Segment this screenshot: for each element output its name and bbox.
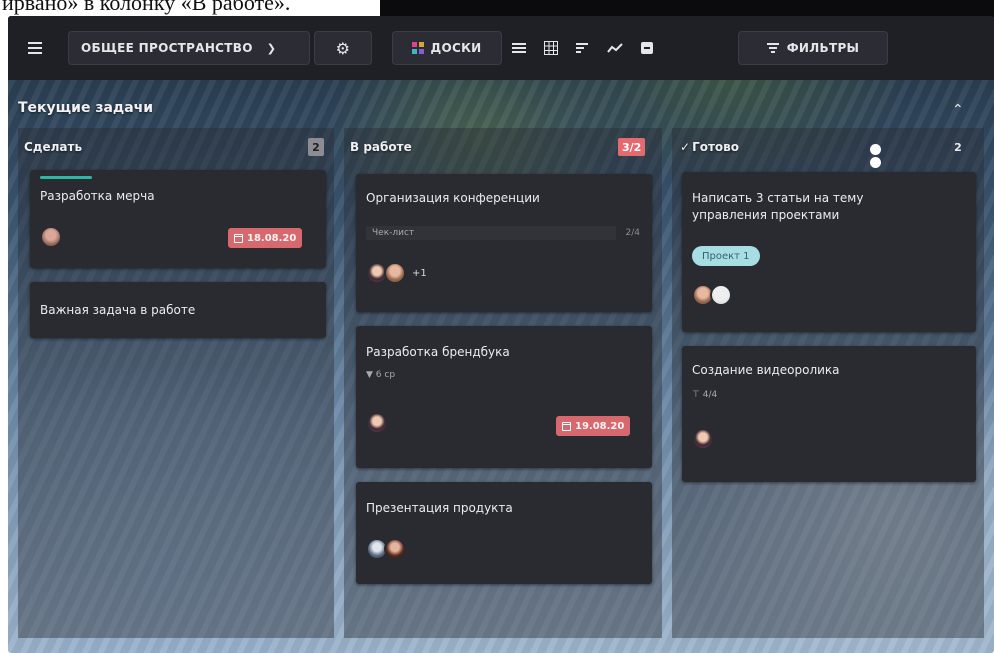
- calendar-icon: [562, 421, 571, 431]
- calendar-icon: [234, 233, 243, 243]
- due-date-badge[interactable]: 18.08.20: [228, 228, 303, 248]
- avatar[interactable]: [710, 284, 732, 306]
- task-card[interactable]: Организация конференции Чек-лист 2/4 +1: [356, 174, 652, 312]
- due-date-text: 18.08.20: [247, 232, 297, 244]
- card-title: Разработка брендбука: [366, 345, 510, 359]
- card-title: Организация конференции: [366, 191, 540, 205]
- avatar[interactable]: [384, 538, 406, 560]
- checklist-progress-text: 2/4: [625, 228, 640, 238]
- task-card[interactable]: Важная задача в работе: [30, 282, 326, 338]
- card-meta: ▼ 6 ср: [366, 370, 395, 380]
- boards-label: ДОСКИ: [430, 41, 482, 55]
- filter-icon: [766, 43, 779, 53]
- avatar[interactable]: [366, 412, 388, 434]
- column-count-in-progress: 3/2: [618, 138, 646, 156]
- task-card[interactable]: Создание видеоролика ⊤ 4/4: [682, 346, 976, 482]
- column-count-done: 2: [954, 140, 962, 154]
- task-card[interactable]: Разработка брендбука ▼ 6 ср 19.08.20: [356, 326, 652, 468]
- drag-dots-icon[interactable]: [870, 144, 881, 170]
- task-card[interactable]: Презентация продукта: [356, 482, 652, 584]
- filters-label: ФИЛЬТРЫ: [786, 41, 860, 55]
- card-meta-text: 6 ср: [375, 370, 396, 380]
- archive-icon: [641, 42, 653, 54]
- trend-chart-icon: [607, 43, 623, 53]
- card-accent-line: [40, 176, 92, 179]
- avatar[interactable]: [692, 428, 714, 450]
- check-icon: ✓: [680, 140, 691, 154]
- card-title: Важная задача в работе: [40, 303, 196, 317]
- view-archive-button[interactable]: [632, 31, 662, 65]
- workspace-label: ОБЩЕЕ ПРОСТРАНСТВО: [81, 41, 253, 55]
- menu-icon[interactable]: [20, 31, 50, 65]
- workspace-settings-button[interactable]: ⚙: [314, 31, 372, 65]
- workspace-selector[interactable]: ОБЩЕЕ ПРОСТРАНСТВО ❯: [68, 31, 310, 65]
- view-table-button[interactable]: [536, 31, 566, 65]
- board-title: Текущие задачи: [18, 100, 154, 116]
- column-title-done: ✓ Готово: [680, 140, 739, 154]
- filters-button[interactable]: ФИЛЬТРЫ: [738, 31, 888, 65]
- column-title-todo: Сделать: [24, 140, 83, 154]
- view-chart-button[interactable]: [600, 31, 630, 65]
- card-meta: ⊤ 4/4: [692, 390, 717, 400]
- view-list-button[interactable]: [504, 31, 534, 65]
- avatar[interactable]: [384, 262, 406, 284]
- chevron-down-icon: ❯: [266, 41, 277, 55]
- boards-icon: [412, 42, 425, 54]
- view-gantt-button[interactable]: [568, 31, 598, 65]
- column-title-done-text: Готово: [692, 140, 739, 154]
- card-meta-text: 4/4: [702, 390, 718, 400]
- card-title: Презентация продукта: [366, 501, 513, 515]
- list-icon: [512, 43, 526, 53]
- column-count-todo: 2: [308, 138, 324, 156]
- view-boards-button[interactable]: ДОСКИ: [392, 31, 502, 65]
- column-title-in-progress: В работе: [350, 140, 412, 154]
- task-card[interactable]: Написать 3 статьи на тему управления про…: [682, 172, 976, 332]
- card-title: Создание видеоролика: [692, 363, 840, 377]
- pin-icon: ▼: [366, 370, 373, 380]
- card-title-line-2: управления проектами: [692, 208, 840, 222]
- card-title-line-1: Написать 3 статьи на тему: [692, 191, 864, 205]
- toolbar: ОБЩЕЕ ПРОСТРАНСТВО ❯ ⚙ ДОСКИ ФИЛЬТРЫ: [8, 16, 994, 80]
- table-icon: [544, 41, 558, 55]
- project-tag[interactable]: Проект 1: [692, 246, 760, 266]
- more-assignees-count[interactable]: +1: [412, 268, 427, 279]
- avatar[interactable]: [40, 226, 62, 248]
- card-title: Разработка мерча: [40, 189, 155, 203]
- gantt-icon: [576, 43, 588, 53]
- due-date-text: 19.08.20: [575, 420, 625, 432]
- due-date-badge[interactable]: 19.08.20: [556, 416, 631, 436]
- checklist-label: Чек-лист: [372, 228, 415, 238]
- collapse-board-icon[interactable]: ⌃: [952, 102, 964, 118]
- kanban-app: ОБЩЕЕ ПРОСТРАНСТВО ❯ ⚙ ДОСКИ ФИЛЬТРЫ Тек…: [8, 16, 994, 653]
- hamburger-lines: [28, 47, 42, 49]
- subtasks-icon: ⊤: [692, 390, 700, 400]
- task-card[interactable]: Разработка мерча 18.08.20: [30, 170, 326, 268]
- gear-icon: ⚙: [335, 38, 351, 58]
